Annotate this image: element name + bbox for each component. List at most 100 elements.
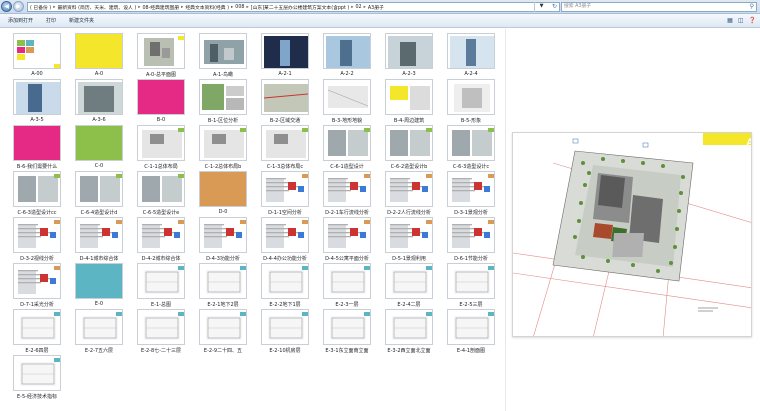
file-thumbnail[interactable] [199,217,247,253]
file-thumbnail[interactable] [261,217,309,253]
breadcrumb-separator-icon[interactable]: ▸ [53,5,55,10]
breadcrumb[interactable]: ( 已备份 ) ▸ 最新资料 (简历、天米、建筑、设人 ) ▸ 08-经典建筑图册 ▸ 经典… [27,2,560,12]
file-thumbnail[interactable] [137,79,185,115]
toolbar-add-to-open[interactable]: 添加到打开 [8,17,33,24]
file-name[interactable]: E-0 [69,301,129,307]
file-name[interactable]: D-1-1空间分析 [255,209,315,216]
breadcrumb-separator-icon[interactable]: ▸ [364,5,366,10]
file-thumbnail[interactable] [75,217,123,253]
file-name[interactable]: B-2-区域交通 [255,117,315,124]
file-thumbnail[interactable] [447,217,495,253]
back-button[interactable]: ◀ [1,1,12,12]
file-name[interactable]: C-6-2造型设计b [379,163,439,170]
help-icon[interactable]: ❓ [749,16,756,26]
file-name[interactable]: E-2-8七-二十三层 [131,347,191,354]
file-thumbnail[interactable] [199,263,247,299]
file-thumbnail[interactable] [137,171,185,207]
file-thumbnail[interactable] [261,263,309,299]
search-icon[interactable]: ⚲ [750,3,754,11]
file-name[interactable]: E-2-2地下1层 [255,301,315,308]
file-thumbnail[interactable] [447,79,495,115]
file-name[interactable]: E-1-总图 [131,301,191,308]
file-name[interactable]: E-5-经济技术指标 [7,393,67,400]
file-name[interactable]: A-2-3 [379,71,439,77]
file-name[interactable]: C-0 [69,163,129,169]
file-name[interactable]: D-4-2城市综合体 [131,255,191,262]
file-thumbnail[interactable] [137,217,185,253]
file-thumbnail[interactable] [13,263,61,299]
file-thumbnail[interactable] [323,125,371,161]
file-name[interactable]: A-1-鸟瞰 [193,71,253,78]
file-name[interactable]: C-1-1总体布局 [131,163,191,170]
breadcrumb-item[interactable]: A3册子 [368,4,384,11]
file-name[interactable]: A-2-2 [317,71,377,77]
file-thumbnail[interactable] [13,33,61,69]
file-name[interactable]: E-3-2西立面北立面 [379,347,439,354]
file-thumbnail[interactable] [75,125,123,161]
file-thumbnail[interactable] [75,171,123,207]
file-thumbnail[interactable] [75,33,123,69]
file-name[interactable]: D-4-5公寓平面分析 [317,255,377,262]
refresh-button[interactable]: ↻ [549,2,560,12]
file-name[interactable]: D-5-1景观利用 [379,255,439,262]
file-thumbnail[interactable] [323,263,371,299]
file-name[interactable]: D-3-1景观分析 [441,209,501,216]
file-name[interactable]: E-2-10机房层 [255,347,315,354]
file-name[interactable]: B-3-地形地貌 [317,117,377,124]
file-thumbnail[interactable] [13,125,61,161]
file-name[interactable]: E-4-1剖面图 [441,347,501,354]
breadcrumb-separator-icon[interactable]: ▸ [181,5,183,10]
file-thumbnail[interactable] [261,33,309,69]
breadcrumb-item[interactable]: 008 [235,5,244,10]
file-name[interactable]: D-4-1城市综合体 [69,255,129,262]
file-thumbnail[interactable] [323,79,371,115]
search-input[interactable]: 搜索 A3册子 ⚲ [561,2,757,12]
breadcrumb-item[interactable]: [山东]某二十五层办公楼建筑方案文本(含ppt ) [251,4,350,11]
address-dropdown-button[interactable]: ▼ [534,2,548,12]
file-name[interactable]: A-3-6 [69,117,129,123]
file-name[interactable]: A-2-4 [441,71,501,77]
file-thumbnail[interactable] [75,79,123,115]
file-thumbnail[interactable] [385,79,433,115]
file-thumbnail[interactable] [75,309,123,345]
breadcrumb-separator-icon[interactable]: ▸ [231,5,233,10]
file-name[interactable]: C-1-3总体布局c [255,163,315,170]
file-thumbnail[interactable] [75,263,123,299]
file-thumbnail[interactable] [13,309,61,345]
file-thumbnail[interactable] [385,263,433,299]
forward-button[interactable]: ▶ [13,1,24,12]
file-thumbnail[interactable] [385,125,433,161]
file-thumbnail[interactable] [199,309,247,345]
file-thumbnail[interactable] [447,263,495,299]
file-thumbnail[interactable] [137,309,185,345]
file-thumbnail[interactable] [323,33,371,69]
toolbar-print[interactable]: 打印 [46,17,56,24]
file-name[interactable]: B-0 [131,117,191,123]
file-name[interactable]: E-2-6四层 [7,347,67,354]
file-thumbnail[interactable] [13,217,61,253]
file-name[interactable]: B-6-我们需要什么 [7,163,67,170]
file-name[interactable]: E-2-4二层 [379,301,439,308]
file-name[interactable]: E-2-7五六层 [69,347,129,354]
file-name[interactable]: C-6-1造型设计 [317,163,377,170]
breadcrumb-item[interactable]: 经典文本资料(经典 ) [185,4,229,11]
file-thumbnail[interactable] [137,33,185,69]
file-thumbnail[interactable] [199,171,247,207]
file-thumbnail[interactable] [261,125,309,161]
file-name[interactable]: B-4-周边建筑 [379,117,439,124]
breadcrumb-item[interactable]: 02 [356,5,362,10]
breadcrumb-separator-icon[interactable]: ▸ [246,5,248,10]
file-name[interactable]: D-6-1节能分析 [441,255,501,262]
file-thumbnail[interactable] [447,171,495,207]
file-name[interactable]: E-2-9二十四、五 [193,347,253,354]
file-thumbnail[interactable] [137,125,185,161]
file-name[interactable]: D-4-3功能分析 [193,255,253,262]
file-name[interactable]: C-6-3造型设计cc [7,209,67,216]
file-thumbnail[interactable] [261,171,309,207]
view-options-icon[interactable]: ▦ [727,16,733,26]
file-thumbnail[interactable] [385,33,433,69]
breadcrumb-separator-icon[interactable]: ▸ [138,5,140,10]
file-thumbnail[interactable] [447,125,495,161]
toolbar-new-folder[interactable]: 新建文件夹 [69,17,94,24]
file-name[interactable]: E-2-3一层 [317,301,377,308]
